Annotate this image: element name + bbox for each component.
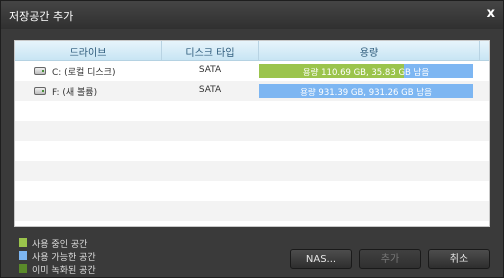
title-bar[interactable]: 저장공간 추가 x <box>1 1 503 29</box>
drive-table: 드라이브 디스크 타입 용량 C: (로컬 디스크) SATA 용량 110.6… <box>14 40 490 227</box>
capacity-bar: 용량 110.69 GB, 35.83 GB 남음 <box>259 64 473 78</box>
table-row[interactable]: F: (새 볼륨) SATA 용량 931.39 GB, 931.26 GB 남… <box>15 81 489 101</box>
cancel-button[interactable]: 취소 <box>428 249 490 269</box>
empty-row <box>15 141 489 161</box>
capacity-bar: 용량 931.39 GB, 931.26 GB 남음 <box>259 84 473 98</box>
table-row[interactable]: C: (로컬 디스크) SATA 용량 110.69 GB, 35.83 GB … <box>15 61 489 81</box>
disk-type: SATA <box>198 65 222 75</box>
empty-row <box>15 181 489 201</box>
table-header: 드라이브 디스크 타입 용량 <box>15 41 489 61</box>
free-swatch <box>19 251 27 260</box>
capacity-text: 용량 931.39 GB, 931.26 GB 남음 <box>300 88 432 98</box>
drive-name: C: (로컬 디스크) <box>52 68 116 78</box>
add-button[interactable]: 추가 <box>359 249 421 269</box>
empty-row <box>15 121 489 141</box>
empty-row <box>15 101 489 121</box>
column-header-disk-type[interactable]: 디스크 타입 <box>162 44 258 59</box>
hard-drive-icon <box>34 67 46 75</box>
column-header-capacity[interactable]: 용량 <box>259 44 479 59</box>
capacity-text: 용량 110.69 GB, 35.83 GB 남음 <box>302 68 430 78</box>
column-header-drive[interactable]: 드라이브 <box>15 44 161 59</box>
empty-row <box>15 161 489 181</box>
dialog-title: 저장공간 추가 <box>9 10 74 23</box>
recorded-swatch <box>19 264 27 273</box>
close-icon[interactable]: x <box>487 6 495 21</box>
hard-drive-icon <box>34 87 46 95</box>
drive-name: F: (새 볼륨) <box>52 88 98 98</box>
nas-button[interactable]: NAS... <box>290 249 352 269</box>
legend-label: 이미 녹화된 공간 <box>32 266 96 276</box>
disk-type: SATA <box>198 85 222 95</box>
add-storage-dialog: 저장공간 추가 x 드라이브 디스크 타입 용량 C: (로컬 디스크) SAT… <box>0 0 504 278</box>
empty-row <box>15 201 489 221</box>
legend-label: 사용 중인 공간 <box>32 240 88 250</box>
legend-label: 사용 가능한 공간 <box>32 253 96 263</box>
used-swatch <box>19 238 27 247</box>
